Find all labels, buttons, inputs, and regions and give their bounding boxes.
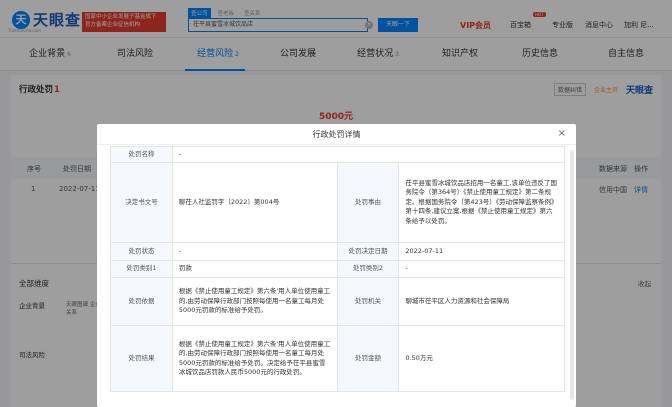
field-label: 处罚金额 — [336, 325, 400, 392]
field-label: 处罚结果 — [110, 325, 173, 392]
field-value: 根据《禁止使用童工规定》第六条'用人单位使用童工的,由劳动保障行政部门按照每使用… — [171, 277, 338, 326]
detail-row: 处罚类别1 罚款 处罚类别2 - — [110, 260, 565, 278]
field-label: 处罚决定日期 — [336, 242, 400, 261]
field-label: 处罚类别1 — [110, 260, 173, 278]
field-label: 处罚依据 — [110, 277, 173, 326]
modal-scrollbar[interactable] — [570, 150, 574, 400]
detail-row: 决定书文号 聊茌人社监罚字〔2022〕第004号 处罚事由 茌平县蜜雪冰城饮品店… — [110, 162, 565, 243]
penalty-detail-modal: 行政处罚详情 × 处罚名称 - 决定书文号 聊茌人社监罚字〔2022〕第004号… — [97, 124, 576, 407]
field-value: - — [171, 242, 338, 261]
field-label: 决定书文号 — [110, 162, 173, 243]
field-value: 根据《禁止使用童工规定》第六条'用人单位使用童工的,由劳动保障行政部门按照每使用… — [171, 325, 338, 392]
detail-row: 处罚名称 - — [110, 146, 566, 163]
field-label: 处罚状态 — [110, 242, 173, 261]
field-value: 聊茌人社监罚字〔2022〕第004号 — [171, 162, 338, 243]
detail-row: 处罚依据 根据《禁止使用童工规定》第六条'用人单位使用童工的,由劳动保障行政部门… — [110, 277, 565, 326]
detail-table: 处罚名称 - 决定书文号 聊茌人社监罚字〔2022〕第004号 处罚事由 茌平县… — [110, 146, 566, 392]
field-value: - — [171, 146, 566, 163]
close-icon[interactable]: × — [558, 129, 566, 139]
field-label: 处罚机关 — [336, 277, 400, 326]
field-value: 聊城市茌平区人力资源和社会保障局 — [398, 277, 565, 326]
field-value: 罚款 — [171, 260, 338, 278]
detail-row: 处罚结果 根据《禁止使用童工规定》第六条'用人单位使用童工的,由劳动保障行政部门… — [110, 325, 565, 392]
field-value: 2022-07-11 — [398, 242, 565, 261]
field-label: 处罚名称 — [110, 146, 173, 163]
detail-row: 处罚状态 - 处罚决定日期 2022-07-11 — [110, 242, 565, 261]
field-value: 茌平县蜜雪冰城饮品店招用一名童工,该单位违反了国务院令（第364号）《禁止使用童… — [398, 162, 565, 243]
field-value: 0.50万元 — [398, 325, 565, 392]
field-label: 处罚类别2 — [336, 260, 400, 278]
modal-title: 行政处罚详情 — [97, 124, 576, 145]
field-label: 处罚事由 — [336, 162, 400, 243]
field-value: - — [398, 260, 565, 278]
